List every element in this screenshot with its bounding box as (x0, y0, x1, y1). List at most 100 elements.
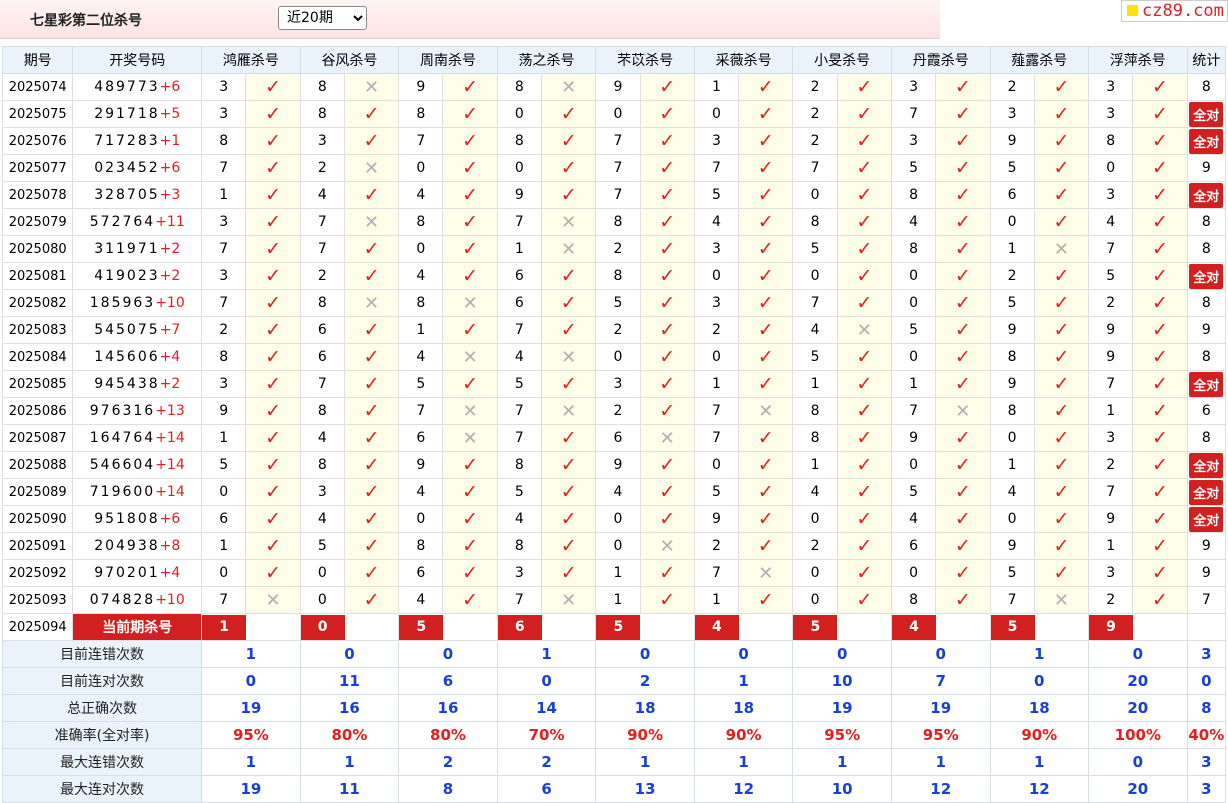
period-select[interactable]: 近20期 (278, 6, 367, 30)
kill-value-cell: 2 (1088, 586, 1134, 614)
summary-value: 12 (693, 775, 794, 803)
all-right-badge: 全对 (1189, 371, 1224, 397)
check-mark: ✓ (954, 210, 971, 233)
kill-value-cell: 7 (1088, 370, 1134, 398)
check-mark: ✓ (560, 318, 577, 341)
check-icon: ✓ (541, 370, 597, 398)
kill-value-cell: 7 (398, 397, 444, 425)
kill-value-cell: 8 (496, 127, 543, 155)
check-mark: ✓ (856, 588, 873, 611)
check-icon: ✓ (343, 343, 400, 371)
stat-cell: 全对 (1186, 451, 1227, 479)
check-icon: ✓ (245, 100, 301, 128)
kill-value-cell: 8 (595, 208, 641, 236)
check-icon: ✓ (1033, 316, 1090, 344)
check-mark: ✓ (757, 75, 774, 98)
check-mark: ✓ (1151, 264, 1168, 287)
summary-value: 1 (595, 748, 695, 776)
kill-value-cell: 7 (201, 154, 247, 182)
check-mark: ✓ (1151, 507, 1168, 530)
kill-value-cell: 3 (989, 100, 1035, 128)
kill-number-table: 期号 开奖号码 鸿雁杀号 谷风杀号 周南杀号 荡之杀号 芣苡杀号 采薇杀号 小旻杀号 丹霞杀号… (1, 46, 1227, 803)
check-icon: ✓ (1132, 100, 1188, 128)
kill-value-cell: 0 (792, 505, 838, 533)
kill-value-cell: 3 (1088, 424, 1134, 452)
current-kill-number: 6 (498, 614, 542, 640)
check-mark: ✓ (560, 129, 577, 152)
kill-value-cell: 6 (299, 316, 345, 344)
check-icon: ✓ (245, 424, 301, 452)
check-mark: ✓ (1053, 426, 1070, 449)
column-header-issue: 期号 (1, 46, 74, 74)
check-icon: ✓ (442, 316, 498, 344)
site-logo[interactable]: cz89.com (1121, 0, 1228, 22)
all-right-badge: 全对 (1189, 452, 1224, 478)
draw-number-cell: 951808+6 (72, 505, 203, 533)
kill-value-cell: 2 (792, 100, 838, 128)
check-icon: ✓ (442, 262, 498, 290)
check-mark: ✓ (265, 129, 281, 152)
kill-value-cell: 0 (989, 505, 1035, 533)
summary-value: 20 (1088, 667, 1188, 695)
kill-value-cell: 4 (398, 181, 444, 209)
draw-digits: 291718 (94, 106, 160, 122)
page-title: 七星彩第二位杀号 (30, 13, 142, 29)
check-mark: ✓ (1053, 345, 1070, 368)
check-mark: ✓ (659, 129, 676, 152)
summary-value: 13 (595, 775, 695, 803)
check-icon: ✓ (639, 208, 695, 236)
kill-value-cell: 4 (1088, 208, 1134, 236)
check-icon: ✓ (639, 478, 695, 506)
kill-value-cell: 5 (989, 289, 1035, 317)
cross-mark: ✕ (561, 76, 577, 98)
draw-digits: 328705 (94, 187, 160, 203)
summary-label: 目前连对次数 (1, 667, 203, 695)
kill-value-cell: 3 (890, 73, 937, 101)
stat-cell: 9 (1186, 316, 1227, 344)
check-mark: ✓ (954, 561, 971, 584)
table-header-row: 期号 开奖号码 鸿雁杀号 谷风杀号 周南杀号 荡之杀号 芣苡杀号 采薇杀号 小旻杀号 丹霞杀号… (1, 46, 1227, 74)
draw-digits: 717283 (94, 133, 160, 149)
summary-value: 70% (496, 721, 597, 749)
kill-value-cell: 4 (398, 262, 444, 290)
draw-extra: +14 (155, 484, 185, 500)
check-mark: ✓ (757, 102, 774, 125)
check-icon: ✓ (935, 424, 991, 452)
check-icon: ✓ (738, 451, 794, 479)
draw-number-cell: 185963+10 (72, 289, 203, 317)
column-header-stat: 统计 (1186, 46, 1227, 74)
check-icon: ✓ (738, 370, 794, 398)
summary-value: 19 (792, 694, 892, 722)
check-icon: ✓ (1132, 478, 1188, 506)
kill-value-cell: 0 (693, 262, 740, 290)
check-mark: ✓ (1151, 75, 1168, 98)
check-mark: ✓ (659, 237, 676, 260)
stat-cell: 8 (1186, 235, 1227, 263)
cross-mark: ✕ (462, 400, 478, 422)
check-mark: ✓ (659, 291, 676, 314)
kill-value-cell: 2 (792, 73, 838, 101)
issue-cell: 2025085 (1, 370, 74, 398)
check-mark: ✓ (462, 183, 479, 206)
kill-value-cell: 1 (693, 73, 740, 101)
check-icon: ✓ (245, 208, 301, 236)
check-mark: ✓ (363, 183, 380, 206)
draw-extra: +5 (159, 106, 181, 122)
current-stat-cell (1186, 613, 1227, 641)
kill-value-cell: 9 (1088, 316, 1134, 344)
check-mark: ✓ (856, 372, 873, 395)
draw-extra: +2 (159, 376, 181, 392)
check-icon: ✓ (1132, 181, 1188, 209)
issue-cell: 2025079 (1, 208, 74, 236)
draw-digits: 945438 (94, 376, 160, 392)
summary-value: 0 (792, 640, 892, 668)
check-icon: ✓ (1132, 154, 1188, 182)
kill-value-cell: 6 (496, 289, 543, 317)
kill-value-cell: 9 (595, 451, 641, 479)
check-mark: ✓ (757, 453, 774, 476)
check-mark: ✓ (363, 399, 380, 422)
check-icon: ✓ (738, 208, 794, 236)
cross-mark: ✕ (364, 157, 380, 179)
cross-icon: ✕ (935, 397, 991, 425)
draw-digits: 572764 (89, 214, 156, 230)
